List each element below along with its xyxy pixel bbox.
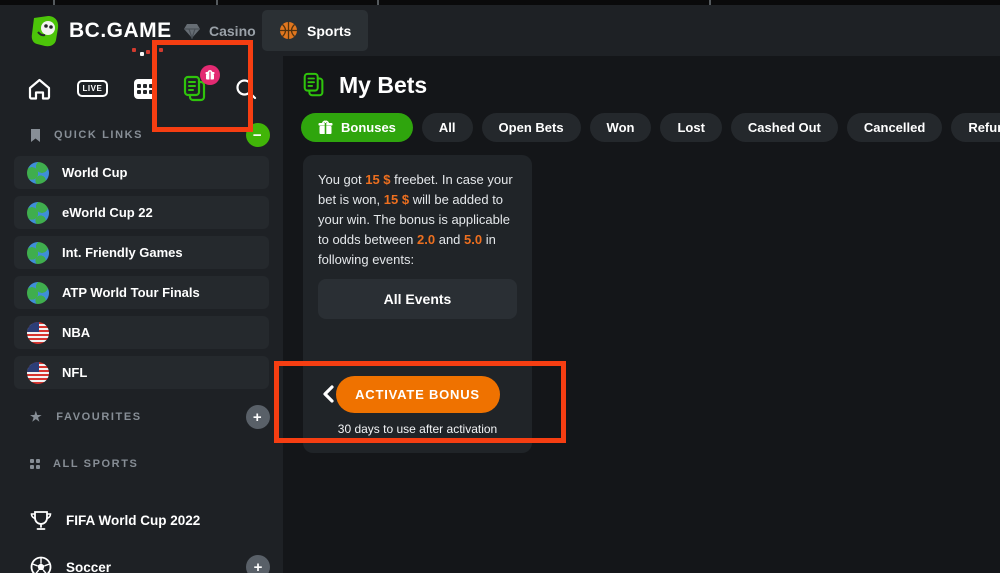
collapse-minus-button[interactable]: − (246, 123, 270, 147)
tab-label: Lost (677, 120, 704, 135)
top-header: BC.GAME Casino Sports (0, 5, 1000, 56)
tab-label: Open Bets (499, 120, 564, 135)
diamond-icon (183, 23, 201, 39)
globe-icon (27, 202, 49, 224)
tab-label: Cancelled (864, 120, 925, 135)
live-label: LIVE (77, 80, 109, 97)
logo-confetti (132, 48, 136, 52)
sports-nav-button[interactable]: Sports (262, 10, 368, 51)
quick-link-atp-world-tour-finals[interactable]: ATP World Tour Finals (14, 276, 269, 309)
quick-link-int-friendly-games[interactable]: Int. Friendly Games (14, 236, 269, 269)
calendar-icon[interactable] (134, 79, 156, 99)
tab-all[interactable]: All (422, 113, 473, 142)
star-icon: ★ (30, 409, 43, 425)
tab-label: All (439, 120, 456, 135)
basketball-icon (279, 21, 298, 40)
casino-nav-button[interactable]: Casino (183, 18, 256, 44)
bonus-expiry-note: 30 days to use after activation (303, 422, 532, 436)
logo-text: BC.GAME (69, 19, 172, 43)
chevron-left-icon[interactable] (316, 382, 340, 406)
sidebar-nav-icons: LIVE (0, 56, 283, 104)
sidebar-item-fifa-world-cup-2022[interactable]: FIFA World Cup 2022 (0, 507, 283, 533)
bcgame-logo[interactable]: BC.GAME (28, 14, 172, 48)
usa-flag-icon (27, 362, 49, 384)
add-favourite-button[interactable]: + (246, 405, 270, 429)
globe-icon (27, 242, 49, 264)
usa-flag-icon (27, 322, 49, 344)
live-icon[interactable]: LIVE (77, 80, 109, 97)
tab-label: Cashed Out (748, 120, 821, 135)
activate-row: ACTIVATE BONUS (303, 376, 532, 413)
favourites-header: ★ FAVOURITES + (0, 405, 283, 429)
page-title-row: My Bets (283, 56, 1000, 99)
tab-bonuses[interactable]: Bonuses (301, 113, 413, 142)
quick-link-world-cup[interactable]: World Cup (14, 156, 269, 189)
all-sports-header: ALL SPORTS (0, 452, 283, 476)
quick-link-label: NBA (62, 325, 90, 340)
main-content: My Bets Bonuses All Open Bets Won Lost C… (283, 56, 1000, 573)
bonus-gift-badge (200, 65, 220, 85)
sports-label: Sports (307, 23, 351, 39)
grid-icon (30, 459, 34, 463)
quick-link-label: eWorld Cup 22 (62, 205, 153, 220)
tab-open-bets[interactable]: Open Bets (482, 113, 581, 142)
quick-link-eworld-cup-22[interactable]: eWorld Cup 22 (14, 196, 269, 229)
browser-top-strip (0, 0, 1000, 5)
all-events-label: All Events (384, 291, 452, 307)
tab-refund[interactable]: Refund (951, 113, 1000, 142)
activate-bonus-button[interactable]: ACTIVATE BONUS (336, 376, 500, 413)
my-bets-betslip-icon[interactable] (181, 74, 209, 104)
bet-filter-tabs: Bonuses All Open Bets Won Lost Cashed Ou… (301, 113, 1000, 142)
quick-links-list: World Cup eWorld Cup 22 Int. Friendly Ga… (0, 156, 283, 389)
sidebar-item-soccer[interactable]: Soccer + (0, 554, 283, 573)
home-icon[interactable] (28, 78, 51, 100)
page-title: My Bets (339, 72, 427, 99)
trophy-icon (30, 510, 52, 531)
globe-icon (27, 162, 49, 184)
globe-icon (27, 282, 49, 304)
sidebar: LIVE (0, 56, 283, 573)
quick-link-label: NFL (62, 365, 87, 380)
add-soccer-button[interactable]: + (246, 555, 270, 573)
quick-links-header: QUICK LINKS − (0, 123, 283, 147)
all-events-button[interactable]: All Events (318, 279, 517, 319)
casino-label: Casino (209, 23, 256, 39)
tab-label: Refund (968, 120, 1000, 135)
tab-cancelled[interactable]: Cancelled (847, 113, 942, 142)
quick-link-label: World Cup (62, 165, 127, 180)
tab-label: Won (607, 120, 635, 135)
bookmark-icon (30, 129, 41, 142)
tab-cashed-out[interactable]: Cashed Out (731, 113, 838, 142)
my-bets-betslip-icon (301, 71, 327, 99)
tab-won[interactable]: Won (590, 113, 652, 142)
activate-bonus-label: ACTIVATE BONUS (355, 387, 480, 402)
bcgame-logo-icon (28, 14, 62, 48)
bonus-description: You got 15 $ freebet. In case your bet i… (318, 170, 518, 270)
quick-link-label: Int. Friendly Games (62, 245, 183, 260)
search-icon[interactable] (235, 78, 257, 100)
gift-icon (318, 120, 333, 135)
soccer-ball-icon (30, 556, 52, 573)
all-sports-title: ALL SPORTS (53, 458, 138, 470)
sport-label: Soccer (66, 560, 111, 573)
freebet-bonus-card: You got 15 $ freebet. In case your bet i… (303, 155, 532, 453)
quick-link-nba[interactable]: NBA (14, 316, 269, 349)
sport-label: FIFA World Cup 2022 (66, 513, 200, 528)
favourites-title: FAVOURITES (56, 411, 141, 423)
quick-link-nfl[interactable]: NFL (14, 356, 269, 389)
quick-link-label: ATP World Tour Finals (62, 285, 200, 300)
tab-label: Bonuses (341, 120, 396, 135)
quick-links-title: QUICK LINKS (54, 129, 143, 141)
tab-lost[interactable]: Lost (660, 113, 721, 142)
